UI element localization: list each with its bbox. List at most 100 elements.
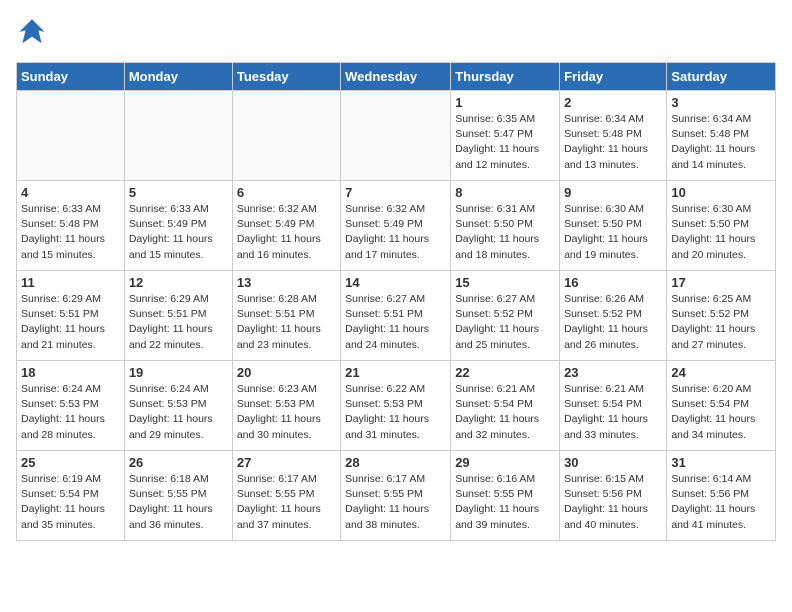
calendar-day-cell: 4 Sunrise: 6:33 AM Sunset: 5:48 PM Daylig… [17,181,125,271]
day-info: Sunrise: 6:30 AM Sunset: 5:50 PM Dayligh… [671,202,771,263]
calendar-day-header: Monday [124,63,232,91]
day-number: 12 [129,275,228,290]
calendar-day-cell: 6 Sunrise: 6:32 AM Sunset: 5:49 PM Daylig… [232,181,340,271]
calendar-day-cell [232,91,340,181]
day-number: 6 [237,185,336,200]
day-info: Sunrise: 6:32 AM Sunset: 5:49 PM Dayligh… [345,202,446,263]
calendar-day-cell: 22 Sunrise: 6:21 AM Sunset: 5:54 PM Dayli… [451,361,560,451]
calendar-day-cell: 27 Sunrise: 6:17 AM Sunset: 5:55 PM Dayli… [232,451,340,541]
day-info: Sunrise: 6:32 AM Sunset: 5:49 PM Dayligh… [237,202,336,263]
day-info: Sunrise: 6:26 AM Sunset: 5:52 PM Dayligh… [564,292,662,353]
calendar-table: SundayMondayTuesdayWednesdayThursdayFrid… [16,62,776,541]
day-info: Sunrise: 6:22 AM Sunset: 5:53 PM Dayligh… [345,382,446,443]
calendar-day-cell: 20 Sunrise: 6:23 AM Sunset: 5:53 PM Dayli… [232,361,340,451]
day-info: Sunrise: 6:19 AM Sunset: 5:54 PM Dayligh… [21,472,120,533]
day-number: 17 [671,275,771,290]
calendar-day-cell: 5 Sunrise: 6:33 AM Sunset: 5:49 PM Daylig… [124,181,232,271]
calendar-day-header: Thursday [451,63,560,91]
day-info: Sunrise: 6:20 AM Sunset: 5:54 PM Dayligh… [671,382,771,443]
calendar-day-cell: 15 Sunrise: 6:27 AM Sunset: 5:52 PM Dayli… [451,271,560,361]
calendar-week-row: 18 Sunrise: 6:24 AM Sunset: 5:53 PM Dayli… [17,361,776,451]
calendar-day-cell: 28 Sunrise: 6:17 AM Sunset: 5:55 PM Dayli… [341,451,451,541]
day-number: 29 [455,455,555,470]
calendar-day-cell: 16 Sunrise: 6:26 AM Sunset: 5:52 PM Dayli… [560,271,667,361]
day-number: 4 [21,185,120,200]
day-number: 11 [21,275,120,290]
day-number: 28 [345,455,446,470]
calendar-day-cell: 12 Sunrise: 6:29 AM Sunset: 5:51 PM Dayli… [124,271,232,361]
day-info: Sunrise: 6:14 AM Sunset: 5:56 PM Dayligh… [671,472,771,533]
day-info: Sunrise: 6:28 AM Sunset: 5:51 PM Dayligh… [237,292,336,353]
day-info: Sunrise: 6:34 AM Sunset: 5:48 PM Dayligh… [671,112,771,173]
calendar-day-cell: 9 Sunrise: 6:30 AM Sunset: 5:50 PM Daylig… [560,181,667,271]
calendar-day-cell [17,91,125,181]
day-info: Sunrise: 6:24 AM Sunset: 5:53 PM Dayligh… [21,382,120,443]
day-info: Sunrise: 6:34 AM Sunset: 5:48 PM Dayligh… [564,112,662,173]
day-info: Sunrise: 6:23 AM Sunset: 5:53 PM Dayligh… [237,382,336,443]
day-number: 20 [237,365,336,380]
calendar-week-row: 4 Sunrise: 6:33 AM Sunset: 5:48 PM Daylig… [17,181,776,271]
logo-bird-icon [16,16,48,54]
day-number: 19 [129,365,228,380]
day-info: Sunrise: 6:21 AM Sunset: 5:54 PM Dayligh… [564,382,662,443]
day-number: 5 [129,185,228,200]
calendar-day-cell: 25 Sunrise: 6:19 AM Sunset: 5:54 PM Dayli… [17,451,125,541]
calendar-day-header: Tuesday [232,63,340,91]
calendar-day-cell: 29 Sunrise: 6:16 AM Sunset: 5:55 PM Dayli… [451,451,560,541]
day-info: Sunrise: 6:33 AM Sunset: 5:49 PM Dayligh… [129,202,228,263]
day-number: 13 [237,275,336,290]
day-number: 24 [671,365,771,380]
day-info: Sunrise: 6:33 AM Sunset: 5:48 PM Dayligh… [21,202,120,263]
day-info: Sunrise: 6:25 AM Sunset: 5:52 PM Dayligh… [671,292,771,353]
day-number: 7 [345,185,446,200]
calendar-day-header: Saturday [667,63,776,91]
day-number: 14 [345,275,446,290]
day-number: 30 [564,455,662,470]
calendar-day-cell: 23 Sunrise: 6:21 AM Sunset: 5:54 PM Dayli… [560,361,667,451]
day-info: Sunrise: 6:31 AM Sunset: 5:50 PM Dayligh… [455,202,555,263]
day-number: 27 [237,455,336,470]
calendar-day-cell [124,91,232,181]
day-number: 16 [564,275,662,290]
day-info: Sunrise: 6:29 AM Sunset: 5:51 PM Dayligh… [21,292,120,353]
calendar-week-row: 1Sunrise: 6:35 AM Sunset: 5:47 PM Daylig… [17,91,776,181]
calendar-day-cell: 7 Sunrise: 6:32 AM Sunset: 5:49 PM Daylig… [341,181,451,271]
day-number: 8 [455,185,555,200]
calendar-day-cell: 31 Sunrise: 6:14 AM Sunset: 5:56 PM Dayli… [667,451,776,541]
day-info: Sunrise: 6:24 AM Sunset: 5:53 PM Dayligh… [129,382,228,443]
calendar-header-row: SundayMondayTuesdayWednesdayThursdayFrid… [17,63,776,91]
day-number: 31 [671,455,771,470]
day-info: Sunrise: 6:16 AM Sunset: 5:55 PM Dayligh… [455,472,555,533]
day-number: 25 [21,455,120,470]
calendar-day-cell: 10 Sunrise: 6:30 AM Sunset: 5:50 PM Dayli… [667,181,776,271]
day-info: Sunrise: 6:21 AM Sunset: 5:54 PM Dayligh… [455,382,555,443]
page-header [16,16,776,54]
day-number: 15 [455,275,555,290]
calendar-day-cell: 8 Sunrise: 6:31 AM Sunset: 5:50 PM Daylig… [451,181,560,271]
day-info: Sunrise: 6:18 AM Sunset: 5:55 PM Dayligh… [129,472,228,533]
day-number: 1 [455,95,555,110]
day-number: 21 [345,365,446,380]
day-info: Sunrise: 6:30 AM Sunset: 5:50 PM Dayligh… [564,202,662,263]
day-info: Sunrise: 6:17 AM Sunset: 5:55 PM Dayligh… [237,472,336,533]
day-number: 3 [671,95,771,110]
day-number: 23 [564,365,662,380]
calendar-week-row: 25 Sunrise: 6:19 AM Sunset: 5:54 PM Dayli… [17,451,776,541]
day-info: Sunrise: 6:27 AM Sunset: 5:51 PM Dayligh… [345,292,446,353]
calendar-day-cell: 21 Sunrise: 6:22 AM Sunset: 5:53 PM Dayli… [341,361,451,451]
calendar-day-cell: 26 Sunrise: 6:18 AM Sunset: 5:55 PM Dayli… [124,451,232,541]
calendar-day-cell: 30 Sunrise: 6:15 AM Sunset: 5:56 PM Dayli… [560,451,667,541]
calendar-week-row: 11 Sunrise: 6:29 AM Sunset: 5:51 PM Dayli… [17,271,776,361]
day-info: Sunrise: 6:27 AM Sunset: 5:52 PM Dayligh… [455,292,555,353]
calendar-day-cell: 24 Sunrise: 6:20 AM Sunset: 5:54 PM Dayli… [667,361,776,451]
day-number: 9 [564,185,662,200]
calendar-day-cell: 17 Sunrise: 6:25 AM Sunset: 5:52 PM Dayli… [667,271,776,361]
day-number: 2 [564,95,662,110]
day-number: 26 [129,455,228,470]
day-info: Sunrise: 6:17 AM Sunset: 5:55 PM Dayligh… [345,472,446,533]
day-number: 18 [21,365,120,380]
day-number: 22 [455,365,555,380]
day-number: 10 [671,185,771,200]
day-info: Sunrise: 6:15 AM Sunset: 5:56 PM Dayligh… [564,472,662,533]
day-info: Sunrise: 6:29 AM Sunset: 5:51 PM Dayligh… [129,292,228,353]
